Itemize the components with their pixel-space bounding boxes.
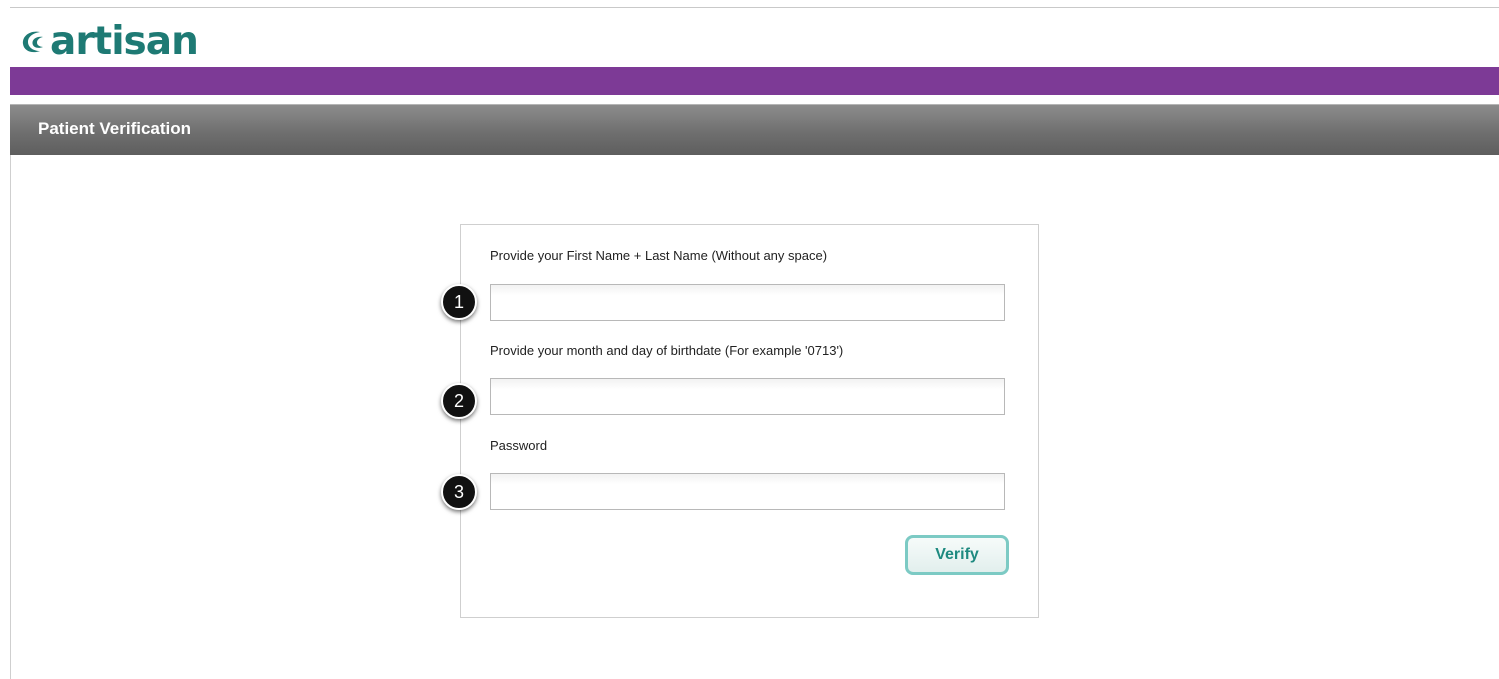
name-input[interactable] <box>490 284 1005 321</box>
title-bar: Patient Verification <box>10 104 1499 155</box>
password-input[interactable] <box>490 473 1005 510</box>
birthdate-input[interactable] <box>490 378 1005 415</box>
logo-text: artisan <box>50 18 199 64</box>
verify-button[interactable]: Verify <box>905 535 1009 575</box>
artisan-logo: artisan <box>18 18 199 64</box>
callout-badge-2: 2 <box>441 383 477 419</box>
left-divider <box>10 155 11 679</box>
page-title: Patient Verification <box>38 119 192 138</box>
birthdate-label: Provide your month and day of birthdate … <box>490 343 844 358</box>
callout-badge-1: 1 <box>441 284 477 320</box>
callout-badge-3: 3 <box>441 474 477 510</box>
wave-logo-icon <box>22 31 43 53</box>
brand-bar <box>10 67 1499 95</box>
top-divider <box>10 7 1499 8</box>
name-label: Provide your First Name + Last Name (Wit… <box>490 248 828 263</box>
password-label: Password <box>490 438 548 453</box>
